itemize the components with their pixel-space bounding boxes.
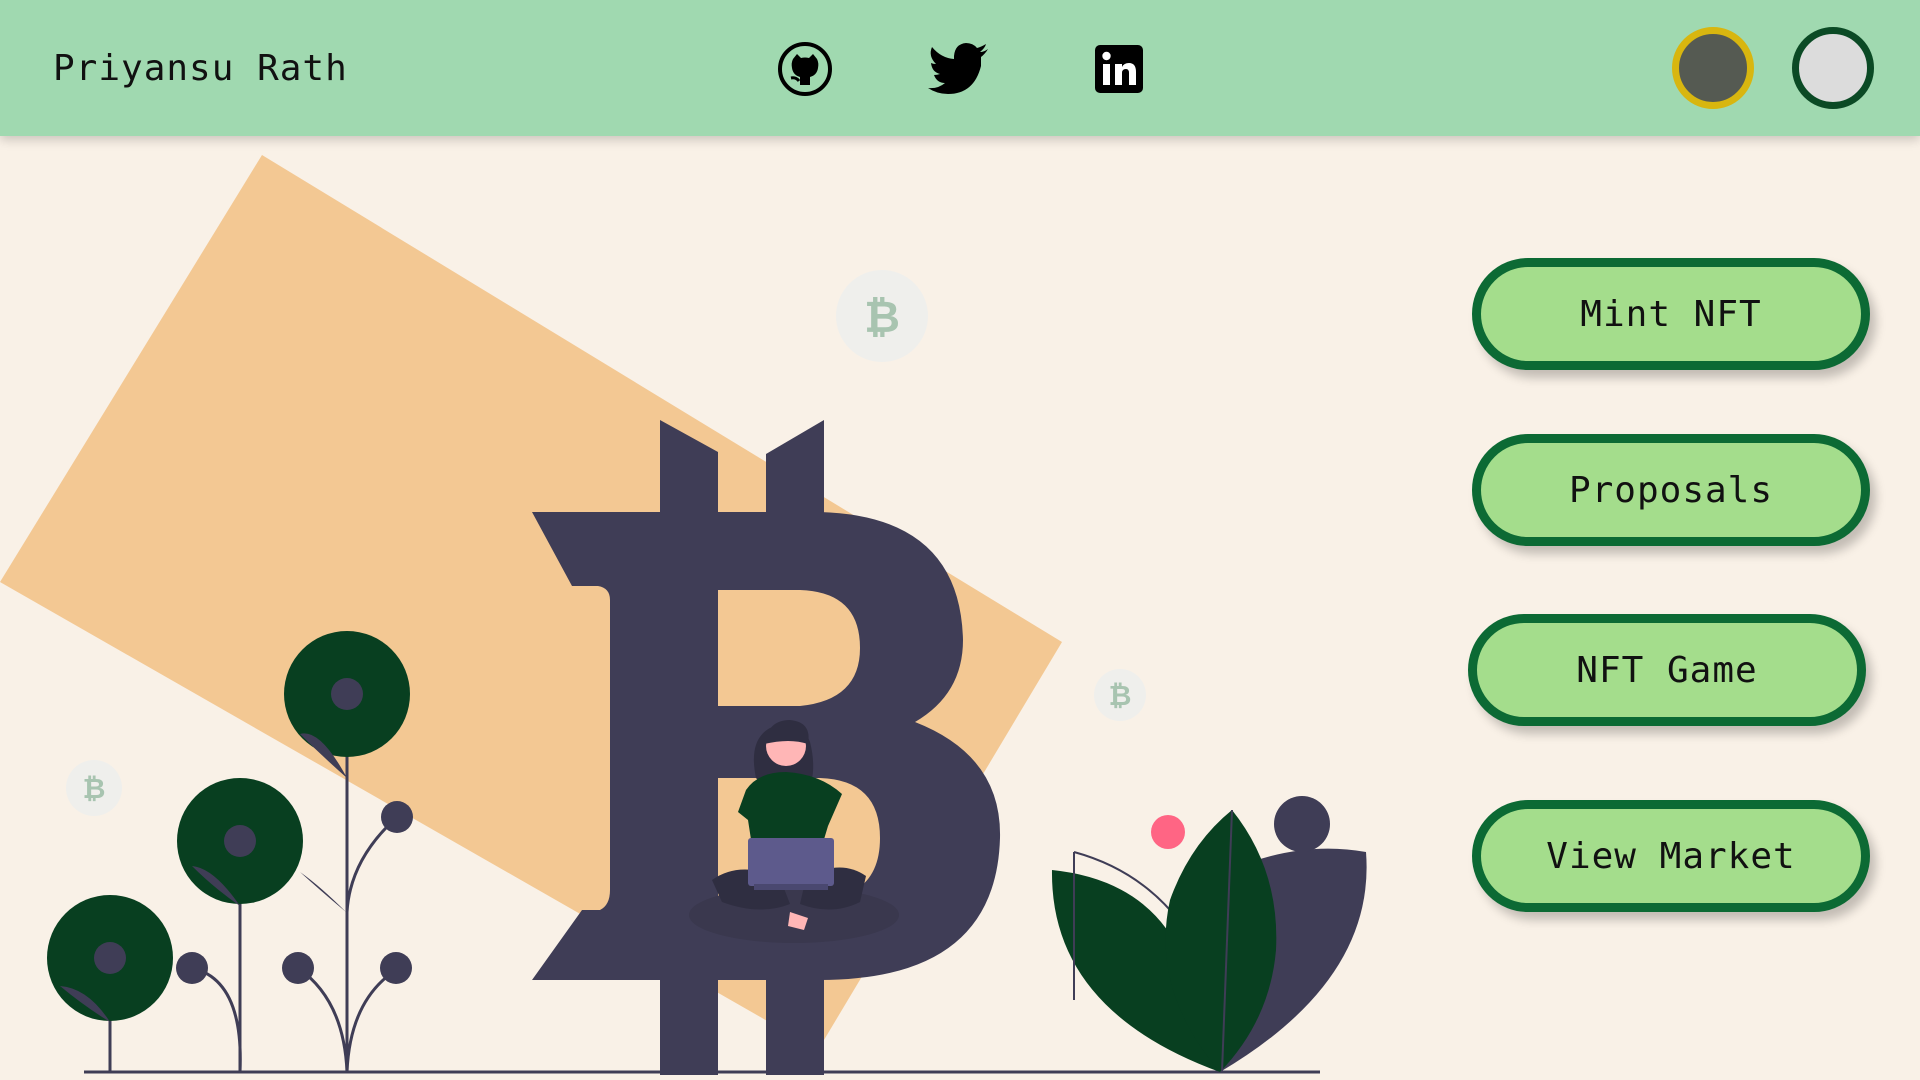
svg-text:₿: ₿ [83, 772, 106, 805]
floating-coin-medium: ₿ [1094, 669, 1146, 721]
linkedin-icon [1095, 45, 1143, 93]
twitter-link[interactable] [928, 38, 990, 100]
github-icon [778, 42, 832, 96]
top-navbar: Priyansu Rath [0, 0, 1920, 136]
linkedin-link[interactable] [1088, 38, 1150, 100]
nft-game-button[interactable]: NFT Game [1468, 614, 1866, 726]
twitter-icon [928, 43, 988, 94]
svg-text:₿: ₿ [1109, 679, 1132, 712]
floating-coin-large: ₿ [836, 270, 928, 362]
svg-text:₿: ₿ [864, 292, 900, 343]
mint-nft-button[interactable]: Mint NFT [1472, 258, 1870, 370]
view-market-button[interactable]: View Market [1472, 800, 1870, 912]
right-leaf-plant [1051, 796, 1367, 1073]
brand-name[interactable]: Priyansu Rath [53, 48, 348, 89]
dark-theme-toggle[interactable] [1672, 27, 1754, 109]
light-theme-toggle[interactable] [1792, 27, 1874, 109]
floating-coin-small: ₿ [66, 760, 122, 816]
proposals-button[interactable]: Proposals [1472, 434, 1870, 546]
bitcoin-illustration: ₿ ₿ ₿ [0, 155, 1367, 1075]
github-link[interactable] [774, 38, 836, 100]
